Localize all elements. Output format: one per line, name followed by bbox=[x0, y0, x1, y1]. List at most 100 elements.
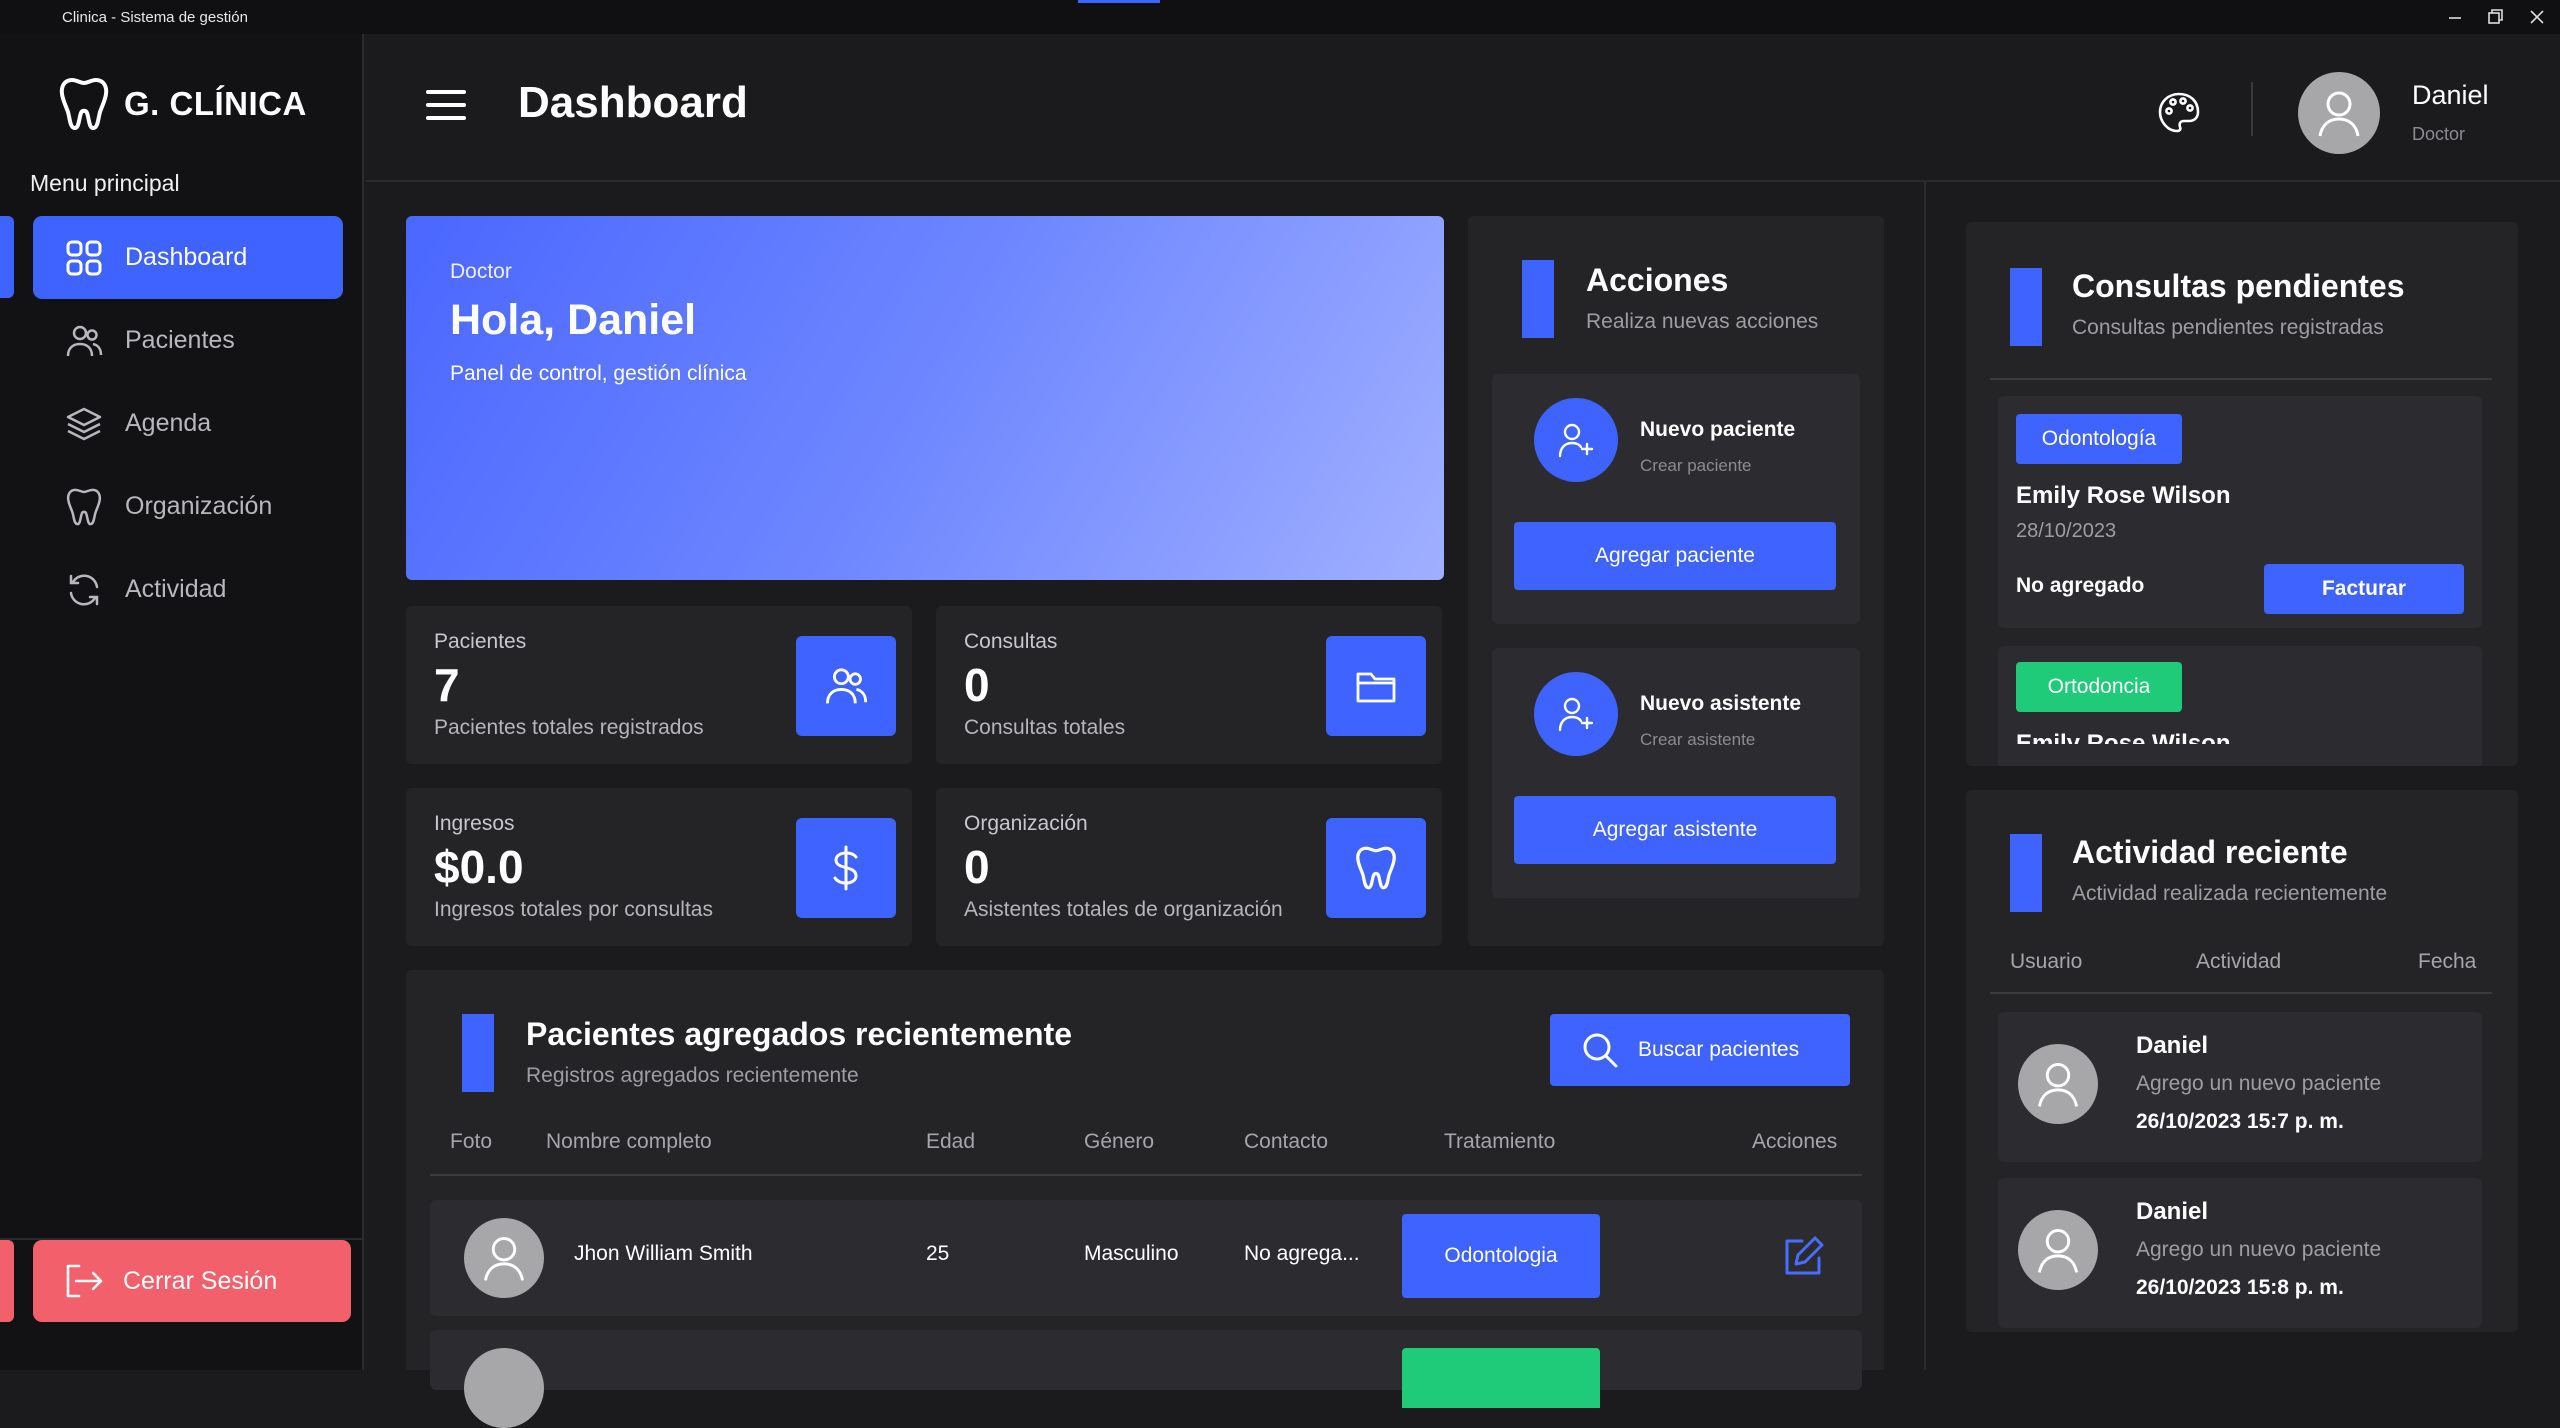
pending-divider bbox=[1990, 378, 2492, 380]
hero-description: Panel de control, gestión clínica bbox=[450, 362, 747, 385]
pending-patient-name: Emily Rose Wilson bbox=[2016, 730, 2231, 744]
sidebar-item-agenda[interactable]: Agenda bbox=[33, 382, 343, 465]
logout-button[interactable]: Cerrar Sesión bbox=[33, 1240, 351, 1322]
logout-marker bbox=[0, 1240, 14, 1322]
right-panel-divider bbox=[1924, 182, 1926, 1370]
pending-patient-name: Emily Rose Wilson bbox=[2016, 482, 2231, 509]
column-header-edad: Edad bbox=[926, 1130, 976, 1153]
new-patient-card: Nuevo paciente Crear paciente Agregar pa… bbox=[1492, 374, 1860, 624]
activity-header-divider bbox=[1990, 992, 2492, 994]
activity-action: Agrego un nuevo paciente bbox=[2136, 1072, 2382, 1095]
stat-label: Pacientes bbox=[434, 630, 527, 653]
minimize-icon[interactable] bbox=[2444, 6, 2466, 28]
stat-subtitle: Asistentes totales de organización bbox=[964, 898, 1283, 921]
welcome-banner: Doctor Hola, Daniel Panel de control, ge… bbox=[406, 216, 1444, 580]
search-icon bbox=[1583, 1033, 1618, 1068]
sidebar-item-actividad[interactable]: Actividad bbox=[33, 548, 343, 631]
column-header-usuario: Usuario bbox=[2010, 950, 2083, 973]
stat-card-pacientes: Pacientes 7 Pacientes totales registrado… bbox=[406, 606, 912, 764]
section-accent-bar bbox=[2010, 834, 2042, 912]
treatment-badge[interactable] bbox=[1402, 1348, 1600, 1408]
column-header-actividad: Actividad bbox=[2196, 950, 2282, 973]
hamburger-menu-icon[interactable] bbox=[426, 90, 466, 122]
new-assistant-card: Nuevo asistente Crear asistente Agregar … bbox=[1492, 648, 1860, 898]
table-row[interactable]: Jhon William Smith 25 Masculino No agreg… bbox=[430, 1200, 1862, 1316]
pending-status: No agregado bbox=[2016, 574, 2145, 597]
refresh-icon bbox=[69, 574, 99, 605]
search-button-label: Buscar pacientes bbox=[1638, 1038, 1800, 1061]
folder-icon bbox=[1326, 636, 1426, 736]
section-accent-bar bbox=[2010, 268, 2042, 346]
pending-consultation-card[interactable]: Ortodoncia Emily Rose Wilson bbox=[1998, 646, 2482, 766]
add-assistant-button[interactable]: Agregar asistente bbox=[1514, 796, 1836, 864]
table-row[interactable] bbox=[430, 1330, 1862, 1428]
search-patients-button[interactable]: Buscar pacientes bbox=[1550, 1014, 1850, 1086]
close-icon[interactable] bbox=[2526, 6, 2548, 28]
sidebar-item-organizacion[interactable]: Organización bbox=[33, 465, 343, 548]
stat-label: Organización bbox=[964, 812, 1088, 835]
window-titlebar: Clinica - Sistema de gestión bbox=[0, 0, 2560, 34]
add-patient-button[interactable]: Agregar paciente bbox=[1514, 522, 1836, 590]
maximize-icon[interactable] bbox=[2484, 6, 2506, 28]
menu-title: Menu principal bbox=[30, 170, 180, 196]
pending-title: Consultas pendientes bbox=[2072, 268, 2405, 304]
sidebar-item-label: Actividad bbox=[125, 575, 227, 603]
grid-icon bbox=[66, 240, 102, 275]
invoice-button[interactable]: Facturar bbox=[2264, 564, 2464, 614]
column-header-nombre: Nombre completo bbox=[546, 1130, 712, 1153]
add-user-icon bbox=[1534, 398, 1618, 482]
logout-label: Cerrar Sesión bbox=[123, 1266, 278, 1295]
user-name: Daniel bbox=[2412, 80, 2489, 110]
stat-subtitle: Ingresos totales por consultas bbox=[434, 898, 713, 921]
activity-item: Daniel Agrego un nuevo paciente 26/10/20… bbox=[1998, 1012, 2482, 1162]
add-user-icon bbox=[1534, 672, 1618, 756]
pending-subtitle: Consultas pendientes registradas bbox=[2072, 316, 2384, 339]
stat-label: Ingresos bbox=[434, 812, 515, 835]
patient-contact: No agrega... bbox=[1244, 1242, 1360, 1265]
activity-subtitle: Actividad realizada recientemente bbox=[2072, 882, 2388, 905]
avatar bbox=[464, 1218, 544, 1298]
column-header-foto: Foto bbox=[450, 1130, 493, 1153]
tooth-logo-icon bbox=[59, 78, 109, 130]
pending-consultation-card[interactable]: Odontología Emily Rose Wilson 28/10/2023… bbox=[1998, 396, 2482, 628]
treatment-badge[interactable]: Odontologia bbox=[1402, 1214, 1600, 1298]
stat-value: 0 bbox=[964, 841, 990, 893]
stat-card-consultas: Consultas 0 Consultas totales bbox=[936, 606, 1442, 764]
user-role: Doctor bbox=[2412, 124, 2466, 144]
column-header-genero: Género bbox=[1084, 1130, 1155, 1153]
column-header-fecha: Fecha bbox=[2418, 950, 2477, 973]
actions-subtitle: Realiza nuevas acciones bbox=[1586, 310, 1819, 333]
sidebar-item-label: Organización bbox=[125, 492, 273, 520]
column-header-acciones: Acciones bbox=[1752, 1130, 1838, 1153]
actions-title: Acciones bbox=[1586, 262, 1729, 298]
tooth-icon bbox=[1326, 818, 1426, 918]
top-header: Dashboard Daniel Doctor bbox=[366, 34, 2560, 182]
stat-card-ingresos: Ingresos $0.0 Ingresos totales por consu… bbox=[406, 788, 912, 946]
titlebar-accent bbox=[1078, 0, 1160, 3]
hero-greeting: Hola, Daniel bbox=[450, 296, 697, 344]
action-title: Nuevo paciente bbox=[1640, 418, 1796, 441]
activity-user: Daniel bbox=[2136, 1032, 2209, 1059]
activity-action: Agrego un nuevo paciente bbox=[2136, 1238, 2382, 1261]
stat-value: $0.0 bbox=[434, 841, 524, 893]
palette-icon[interactable] bbox=[2156, 90, 2202, 141]
sidebar-item-label: Dashboard bbox=[125, 243, 248, 271]
sidebar: G. CLÍNICA Menu principal Dashboard Paci… bbox=[0, 34, 364, 1370]
stat-label: Consultas bbox=[964, 630, 1058, 653]
users-icon bbox=[66, 325, 103, 356]
column-header-tratamiento: Tratamiento bbox=[1444, 1130, 1556, 1153]
brand-name: G. CLÍNICA bbox=[124, 85, 307, 122]
pending-date: 28/10/2023 bbox=[2016, 520, 2117, 542]
sidebar-item-pacientes[interactable]: Pacientes bbox=[33, 299, 343, 382]
recent-patients-panel: Pacientes agregados recientemente Regist… bbox=[406, 970, 1884, 1428]
user-avatar[interactable] bbox=[2298, 72, 2380, 154]
activity-date: 26/10/2023 15:8 p. m. bbox=[2136, 1276, 2344, 1299]
activity-date: 26/10/2023 15:7 p. m. bbox=[2136, 1110, 2344, 1133]
sidebar-item-dashboard[interactable]: Dashboard bbox=[33, 216, 343, 299]
edit-icon[interactable] bbox=[1780, 1234, 1826, 1285]
section-accent-bar bbox=[462, 1014, 494, 1092]
window-title: Clinica - Sistema de gestión bbox=[62, 9, 248, 26]
recent-activity-panel: Actividad reciente Actividad realizada r… bbox=[1966, 790, 2518, 1332]
patient-age: 25 bbox=[926, 1242, 950, 1265]
stat-subtitle: Consultas totales bbox=[964, 716, 1126, 739]
